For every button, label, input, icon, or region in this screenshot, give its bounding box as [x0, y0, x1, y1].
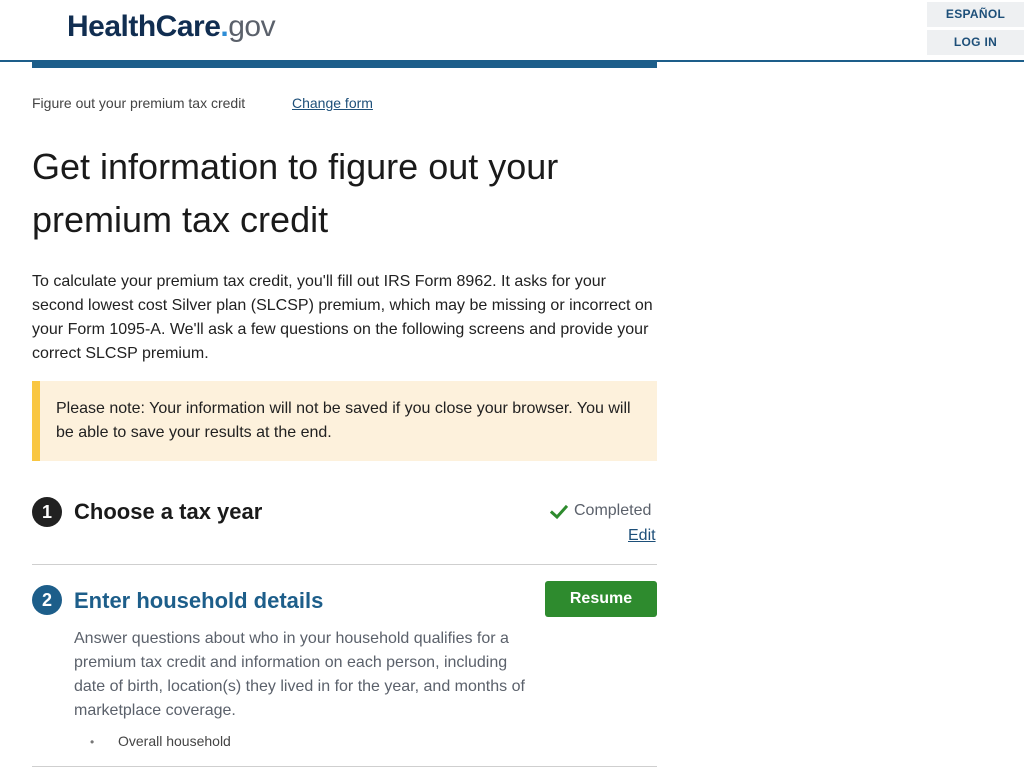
healthcare-gov-logo[interactable]: HealthCare.gov	[67, 10, 276, 44]
login-button[interactable]: LOG IN	[927, 30, 1024, 55]
intro-paragraph: To calculate your premium tax credit, yo…	[32, 273, 653, 362]
step-2-sub-list: Overall household	[90, 733, 231, 749]
step-2-number: 2	[32, 585, 62, 615]
step-1-title: Choose a tax year	[74, 499, 263, 524]
step-divider	[32, 564, 657, 565]
page-title: Get information to figure out your premi…	[32, 146, 559, 240]
note-text: Please note: Your information will not b…	[56, 400, 631, 441]
step-1-number: 1	[32, 497, 62, 527]
step-divider	[32, 766, 657, 767]
site-header: HealthCare.gov ESPAÑOL LOG IN	[0, 0, 1024, 62]
espanol-button[interactable]: ESPAÑOL	[927, 2, 1024, 27]
list-item: Overall household	[90, 733, 231, 749]
check-icon	[550, 504, 568, 520]
step-1-edit-link[interactable]: Edit	[628, 527, 656, 545]
change-form-link[interactable]: Change form	[292, 95, 373, 111]
step-2-description: Answer questions about who in your house…	[74, 630, 525, 719]
logo-text-gov: gov	[228, 10, 276, 43]
breadcrumb-text: Figure out your premium tax credit	[32, 95, 246, 111]
logo-text-healthcare: HealthCare	[67, 10, 221, 43]
note-box: Please note: Your information will not b…	[32, 381, 657, 461]
step-1-status: Completed	[574, 502, 652, 519]
accent-bar	[32, 62, 657, 68]
step-2-title[interactable]: Enter household details	[74, 588, 323, 614]
resume-button[interactable]: Resume	[545, 581, 657, 617]
